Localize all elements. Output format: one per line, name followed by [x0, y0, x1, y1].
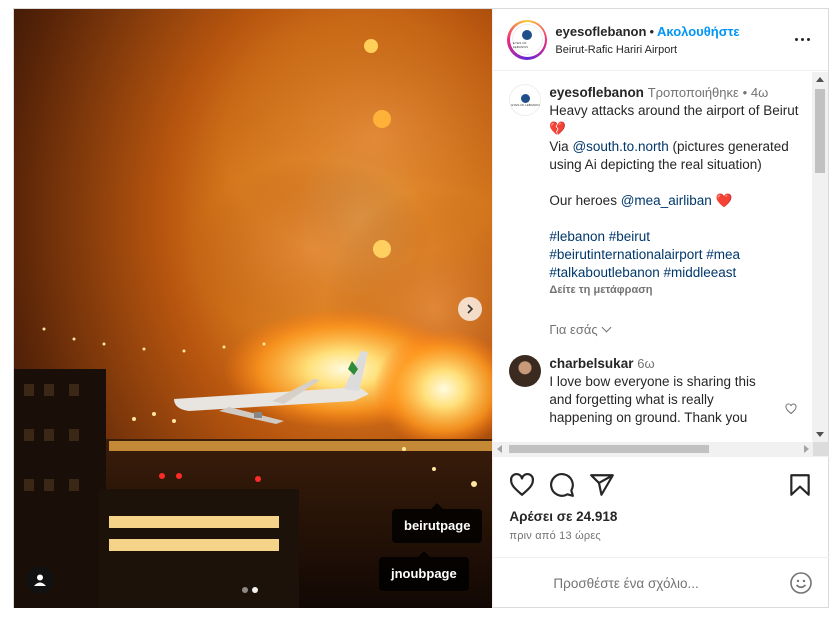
mention-mea-airliban[interactable]: @mea_airliban [621, 193, 712, 208]
tagged-users-button[interactable] [26, 566, 54, 594]
location-link[interactable]: Beirut-Rafic Hariri Airport [555, 44, 790, 56]
scrollbar-corner [813, 442, 830, 456]
vertical-scrollbar[interactable] [812, 72, 828, 442]
next-image-button[interactable] [458, 297, 482, 321]
broken-heart-emoji: 💔 [549, 121, 567, 136]
scroll-down-arrow[interactable] [816, 432, 824, 437]
more-options-button[interactable] [790, 28, 814, 52]
hscroll-thumb[interactable] [509, 445, 710, 453]
comment-text: I love bow everyone is sharing this and … [549, 374, 756, 425]
avatar-brand-text: EYES OF LEBANON [512, 41, 528, 49]
add-comment-bar [493, 557, 830, 608]
comment-username[interactable]: charbelsukar [549, 356, 633, 371]
eye-logo-icon [522, 30, 533, 40]
eye-logo-icon [520, 93, 530, 103]
bookmark-icon[interactable] [787, 472, 813, 498]
carousel-dot-active [252, 587, 258, 593]
caption-line1: Heavy attacks around the airport of Beir… [549, 103, 799, 118]
avatar-brand-text: EYES OF LEBANON [511, 102, 540, 107]
user-tag-icon [34, 574, 46, 586]
likes-count[interactable]: Αρέσει σε 24.918 [509, 509, 813, 524]
mention-south-to-north[interactable]: @south.to.north [572, 139, 668, 154]
comment-heart-icon[interactable] [785, 403, 797, 415]
follow-button[interactable]: Ακολουθήστε [657, 24, 740, 39]
post-image[interactable]: beirutpage jnoubpage [14, 9, 493, 608]
story-ring[interactable]: EYES OF LEBANON [507, 19, 548, 60]
caption-username[interactable]: eyesoflebanon [549, 85, 644, 100]
for-you-toggle[interactable]: Για εσάς [549, 322, 813, 337]
heart-icon[interactable] [509, 472, 535, 498]
carousel-dot [242, 587, 248, 593]
scroll-up-arrow[interactable] [816, 77, 824, 82]
more-options-icon [794, 38, 810, 41]
for-you-label: Για εσάς [549, 322, 598, 337]
post-time[interactable]: πριν από 13 ώρες [509, 530, 813, 542]
caption-heroes-prefix: Our heroes [549, 193, 617, 208]
emoji-icon[interactable] [789, 571, 813, 595]
scroll-thumb[interactable] [815, 89, 825, 173]
comments-scroll-area[interactable]: EYES OF LEBANON eyesoflebanon Τροποποιήθ… [493, 72, 813, 442]
red-heart-emoji: ❤️ [715, 193, 733, 208]
caption-age[interactable]: 4ω [751, 85, 768, 100]
post-modal: beirutpage jnoubpage EYES OF LEBANON eye… [13, 8, 830, 608]
post-side-panel: EYES OF LEBANON eyesoflebanon • Ακολουθήστ… [492, 9, 830, 608]
comment-age[interactable]: 6ω [637, 356, 654, 371]
avatar: EYES OF LEBANON [511, 24, 543, 55]
header-username[interactable]: eyesoflebanon [555, 24, 646, 39]
caption-hashtags[interactable]: #lebanon #beirut #beirutinternationalair… [549, 228, 799, 282]
comment-item: charbelsukar 6ω I love bow everyone is s… [509, 355, 813, 427]
caption-edited: Τροποποιήθηκε [647, 85, 739, 100]
header-separator: • [649, 23, 654, 39]
comment-input[interactable] [553, 575, 790, 591]
chevron-down-icon [601, 322, 612, 333]
caption-dot: • [742, 85, 748, 100]
caption-avatar[interactable]: EYES OF LEBANON [509, 84, 542, 116]
share-icon[interactable] [589, 472, 615, 498]
post-header: EYES OF LEBANON eyesoflebanon • Ακολουθήστ… [493, 9, 828, 71]
post-actions: Αρέσει σε 24.918 πριν από 13 ώρες [493, 456, 830, 542]
scroll-left-arrow[interactable] [497, 445, 503, 453]
carousel-dots [242, 587, 258, 593]
comment-icon[interactable] [549, 472, 575, 498]
scroll-right-arrow[interactable] [804, 445, 810, 453]
photo-tag-beirutpage[interactable]: beirutpage [392, 503, 483, 543]
comment-avatar[interactable] [509, 355, 542, 387]
caption-via-prefix: Via [549, 139, 569, 154]
chevron-right-icon [467, 304, 474, 314]
photo-tag-jnoubpage[interactable]: jnoubpage [379, 551, 469, 591]
horizontal-scrollbar[interactable] [493, 442, 814, 456]
see-translation-button[interactable]: Δείτε τη μετάφραση [549, 282, 799, 298]
caption: EYES OF LEBANON eyesoflebanon Τροποποιήθ… [509, 84, 813, 298]
